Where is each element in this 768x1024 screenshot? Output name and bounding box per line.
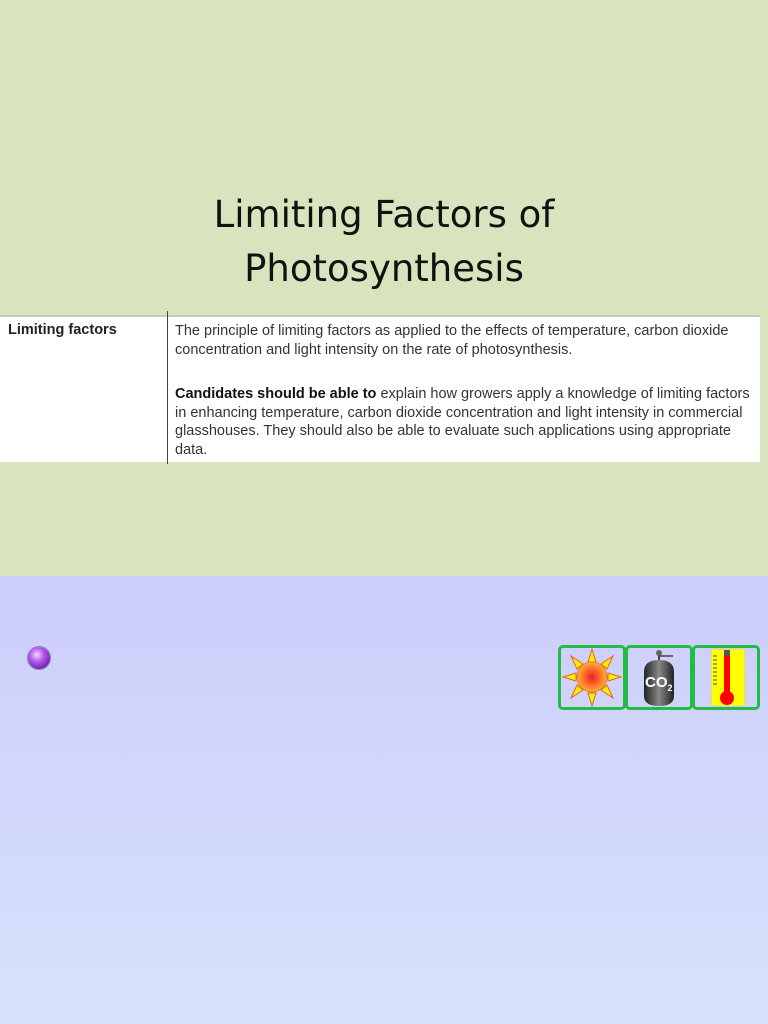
slide-title: Limiting Factors of Photosynthesis <box>0 188 768 296</box>
co2-text: CO <box>645 674 668 691</box>
title-section: Limiting Factors of Photosynthesis Limit… <box>0 0 768 576</box>
co2-cylinder-icon: CO2 <box>625 645 693 710</box>
title-line-2: Photosynthesis <box>244 247 524 290</box>
spec-text-1: The principle of limiting factors as app… <box>175 323 729 358</box>
co2-subscript: 2 <box>667 683 673 693</box>
title-line-1: Limiting Factors of <box>213 193 555 236</box>
column-divider <box>167 311 168 464</box>
specification-table: Limiting factors The principle of limiti… <box>0 311 760 464</box>
co2-label: CO2 <box>645 674 673 693</box>
bullet-icon <box>28 647 50 669</box>
spec-label: Limiting factors <box>8 322 117 338</box>
spec-text-2: Candidates should be able to explain how… <box>175 385 755 459</box>
content-section <box>0 576 768 1024</box>
thermometer-icon <box>692 645 760 710</box>
sun-icon <box>558 645 626 710</box>
spec-bold-lead: Candidates should be able to <box>175 386 377 402</box>
